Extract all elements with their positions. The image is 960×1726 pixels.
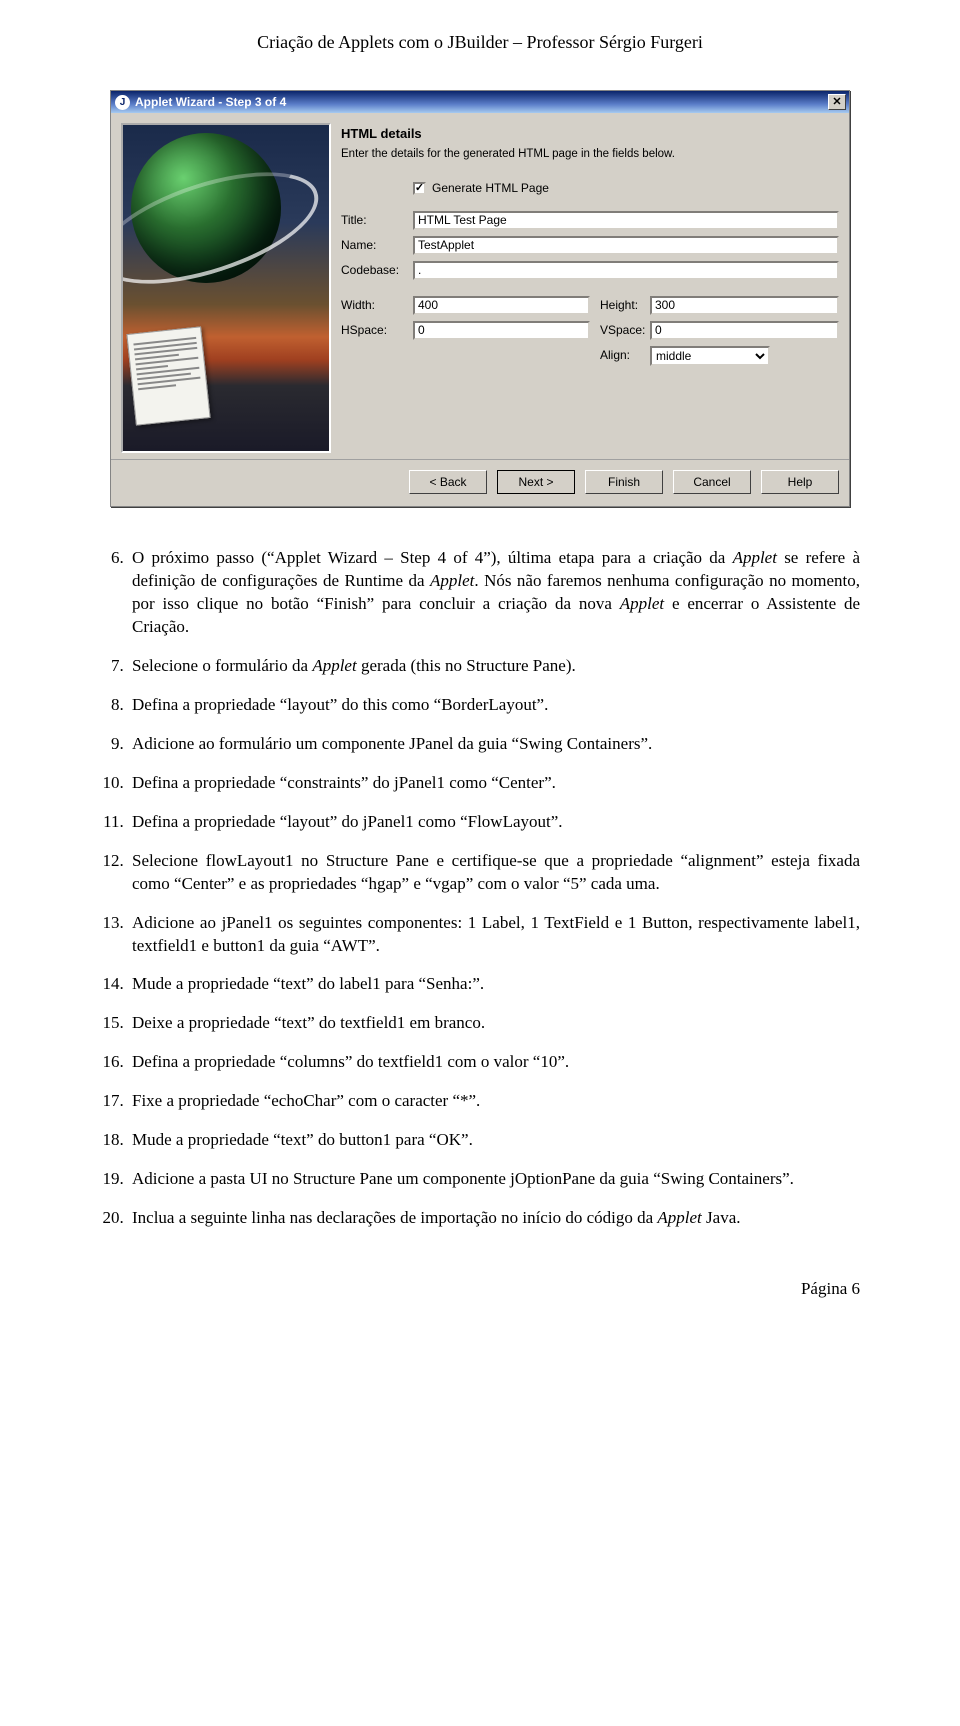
list-item: Defina a propriedade “constraints” do jP… bbox=[128, 772, 860, 795]
list-item: Selecione o formulário da Applet gerada … bbox=[128, 655, 860, 678]
list-item: Adicione ao jPanel1 os seguintes compone… bbox=[128, 912, 860, 958]
generate-html-checkbox[interactable]: ✓ bbox=[413, 182, 426, 195]
list-item: Defina a propriedade “layout” do this co… bbox=[128, 694, 860, 717]
list-item: Selecione flowLayout1 no Structure Pane … bbox=[128, 850, 860, 896]
height-label: Height: bbox=[590, 297, 650, 313]
wizard-illustration bbox=[121, 123, 331, 453]
titlebar: J Applet Wizard - Step 3 of 4 ✕ bbox=[111, 91, 849, 113]
doc-icon bbox=[126, 327, 210, 426]
list-item: Mude a propriedade “text” do label1 para… bbox=[128, 973, 860, 996]
list-item: Defina a propriedade “layout” do jPanel1… bbox=[128, 811, 860, 834]
list-item: Adicione ao formulário um componente JPa… bbox=[128, 733, 860, 756]
width-label: Width: bbox=[341, 297, 413, 313]
instruction-list: O próximo passo (“Applet Wizard – Step 4… bbox=[100, 547, 860, 1230]
wizard-footer: < Back Next > Finish Cancel Help bbox=[111, 459, 849, 506]
wizard-window: J Applet Wizard - Step 3 of 4 ✕ HTML det… bbox=[110, 90, 850, 507]
list-item: Defina a propriedade “columns” do textfi… bbox=[128, 1051, 860, 1074]
generate-html-label: Generate HTML Page bbox=[432, 180, 549, 196]
align-label: Align: bbox=[590, 347, 650, 363]
help-button[interactable]: Help bbox=[761, 470, 839, 494]
page-header: Criação de Applets com o JBuilder – Prof… bbox=[100, 30, 860, 54]
vspace-input[interactable] bbox=[650, 321, 839, 340]
list-item: Adicione a pasta UI no Structure Pane um… bbox=[128, 1168, 860, 1191]
hspace-label: HSpace: bbox=[341, 322, 413, 338]
jbuilder-icon: J bbox=[115, 95, 130, 110]
width-input[interactable] bbox=[413, 296, 590, 315]
back-button[interactable]: < Back bbox=[409, 470, 487, 494]
page-footer: Página 6 bbox=[100, 1278, 860, 1301]
list-item: Inclua a seguinte linha nas declarações … bbox=[128, 1207, 860, 1230]
form-heading: HTML details bbox=[341, 125, 839, 143]
name-input[interactable] bbox=[413, 236, 839, 255]
align-select[interactable]: middle bbox=[650, 346, 770, 366]
vspace-label: VSpace: bbox=[590, 322, 650, 338]
title-input[interactable] bbox=[413, 211, 839, 230]
close-button[interactable]: ✕ bbox=[828, 94, 846, 110]
form-subheading: Enter the details for the generated HTML… bbox=[341, 147, 839, 163]
codebase-input[interactable] bbox=[413, 261, 839, 280]
list-item: Fixe a propriedade “echoChar” com o cara… bbox=[128, 1090, 860, 1113]
cancel-button[interactable]: Cancel bbox=[673, 470, 751, 494]
codebase-label: Codebase: bbox=[341, 262, 413, 278]
finish-button[interactable]: Finish bbox=[585, 470, 663, 494]
window-title: Applet Wizard - Step 3 of 4 bbox=[135, 94, 286, 110]
name-label: Name: bbox=[341, 237, 413, 253]
next-button[interactable]: Next > bbox=[497, 470, 575, 494]
wizard-form: HTML details Enter the details for the g… bbox=[341, 123, 839, 453]
list-item: O próximo passo (“Applet Wizard – Step 4… bbox=[128, 547, 860, 639]
title-label: Title: bbox=[341, 212, 413, 228]
hspace-input[interactable] bbox=[413, 321, 590, 340]
height-input[interactable] bbox=[650, 296, 839, 315]
list-item: Mude a propriedade “text” do button1 par… bbox=[128, 1129, 860, 1152]
list-item: Deixe a propriedade “text” do textfield1… bbox=[128, 1012, 860, 1035]
